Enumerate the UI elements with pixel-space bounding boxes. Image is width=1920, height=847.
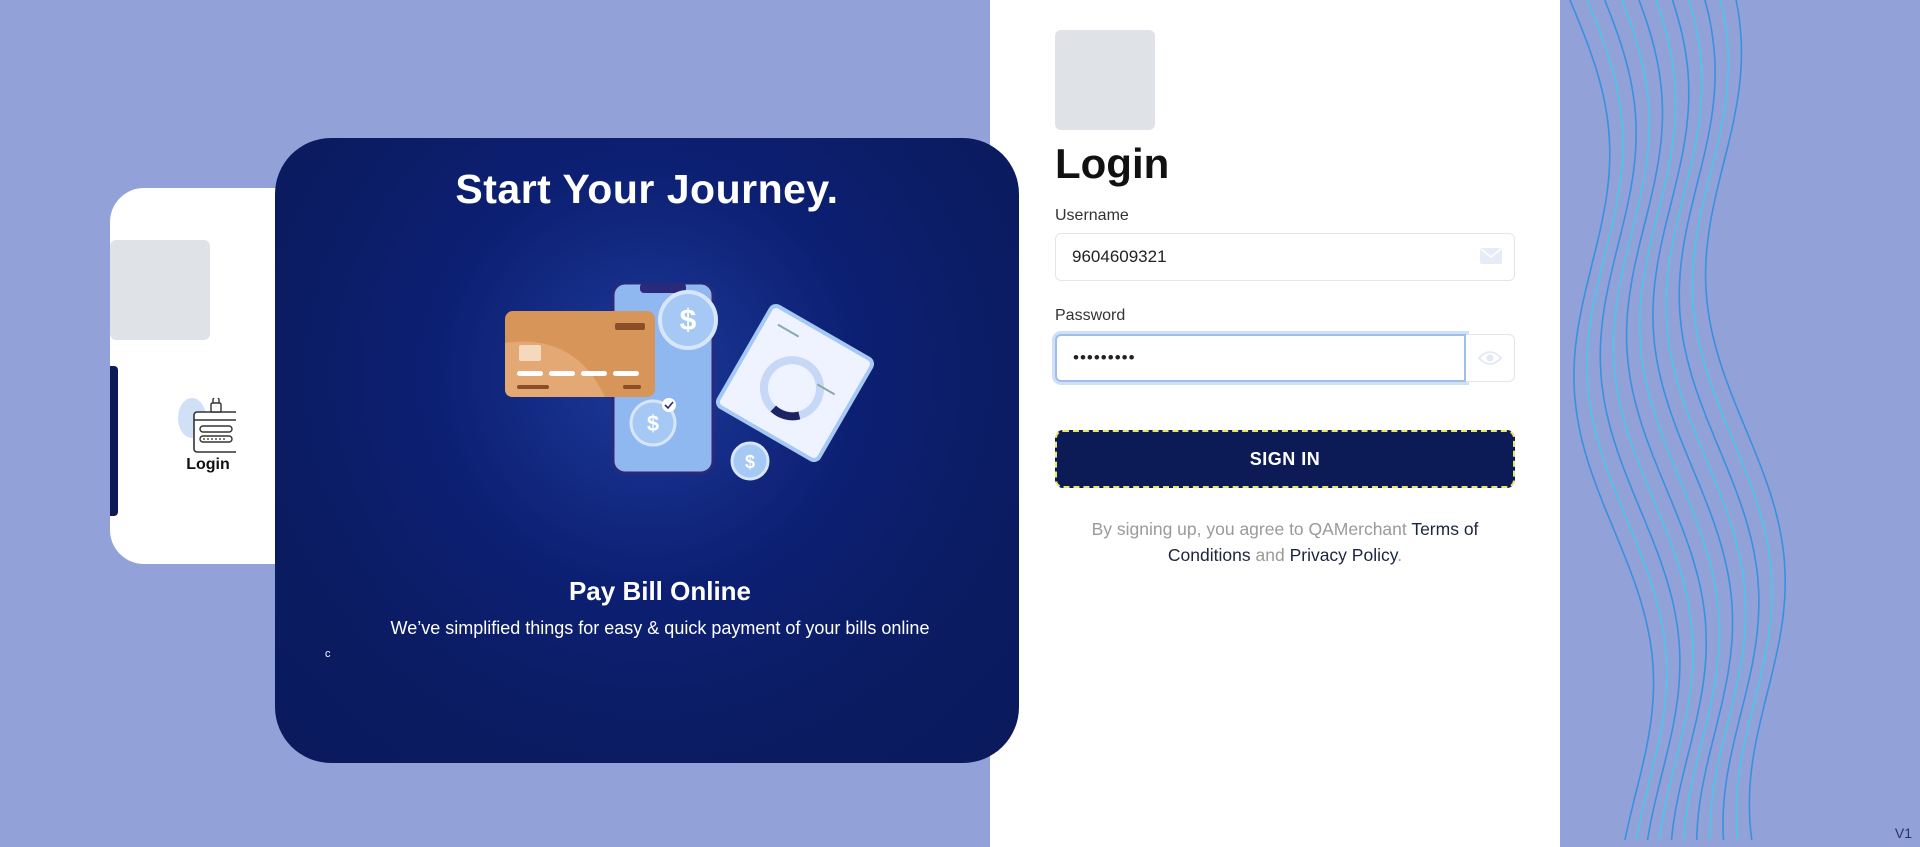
hero-description: We’ve simplified things for easy & quick…: [390, 618, 930, 638]
password-label: Password: [1055, 307, 1126, 324]
sign-in-button[interactable]: SIGN IN: [1055, 430, 1515, 488]
hero-title: Start Your Journey.: [455, 166, 839, 212]
toggle-password-visibility-button[interactable]: [1466, 334, 1515, 382]
hero-card: Start Your Journey. $ $ $ Pay Bill Onlin…: [275, 138, 1019, 763]
wave-line: [1586, 0, 1668, 841]
page-title: Login: [1055, 140, 1170, 187]
side-nav-item-login[interactable]: Login: [160, 398, 256, 473]
username-input[interactable]: [1055, 233, 1515, 281]
wave-line: [1665, 0, 1747, 840]
password-input[interactable]: [1055, 334, 1466, 382]
wave-line: [1652, 0, 1734, 841]
side-nav-item-label: Login: [186, 456, 230, 473]
terms-and: and: [1250, 545, 1290, 565]
terms-notice: By signing up, you agree to QAMerchant T…: [1055, 516, 1515, 568]
brand-logo-placeholder: [1055, 30, 1155, 130]
hero-subtitle: Pay Bill Online: [568, 576, 752, 606]
payment-illustration-icon: $ $ $: [505, 283, 875, 481]
version-label: V1: [1894, 825, 1912, 841]
eye-icon: [1478, 351, 1502, 365]
terms-suffix: .: [1397, 545, 1403, 565]
carousel-indicator[interactable]: c: [325, 648, 331, 660]
username-label: Username: [1055, 207, 1129, 224]
wave-line: [1704, 0, 1787, 841]
side-logo-placeholder: [110, 240, 210, 340]
wave-line: [1625, 0, 1707, 841]
privacy-link[interactable]: Privacy Policy: [1290, 545, 1398, 565]
mail-icon: [1480, 248, 1502, 264]
terms-prefix: By signing up, you agree to QAMerchant: [1091, 519, 1412, 539]
svg-text:$: $: [680, 304, 697, 337]
login-form-icon: [178, 398, 236, 453]
svg-text:$: $: [745, 452, 755, 472]
active-indicator: [110, 366, 118, 516]
wave-decoration: [1569, 0, 1787, 841]
wave-line: [1612, 0, 1694, 841]
svg-text:$: $: [647, 411, 659, 436]
